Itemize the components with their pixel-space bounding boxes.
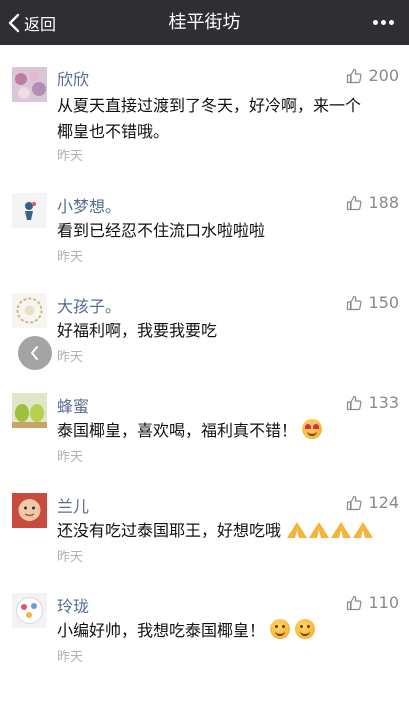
like-button[interactable]: 188 <box>346 193 399 212</box>
comment-item: 玲珑 110 小编好帅，我想吃泰国椰皇！ 昨天 <box>0 593 409 701</box>
more-dot-icon <box>380 20 386 25</box>
more-dot-icon <box>372 20 378 25</box>
pray-emoji-icon <box>287 522 308 538</box>
more-dot-icon <box>388 20 394 25</box>
comment-item: 小梦想。 188 看到已经忍不住流口水啦啦啦 昨天 <box>0 193 409 305</box>
thumbs-up-icon <box>347 68 362 83</box>
comment-nickname[interactable]: 蜂蜜 <box>57 393 89 417</box>
avatar[interactable] <box>12 593 47 628</box>
thumbs-up-icon <box>347 595 362 610</box>
comment-nickname[interactable]: 小梦想。 <box>57 193 121 217</box>
comment-nickname[interactable]: 欣欣 <box>57 66 89 90</box>
comment-text: 看到已经忍不住流口水啦啦啦 <box>57 221 266 240</box>
like-count: 200 <box>368 66 399 85</box>
back-label: 返回 <box>24 14 57 34</box>
like-count: 150 <box>368 293 399 312</box>
comment-text: 还没有吃过泰国耶王，好想吃哦 <box>57 518 397 544</box>
comment-nickname[interactable]: 大孩子。 <box>57 293 121 317</box>
comment-text-body: 泰国椰皇，喜欢喝，福利真不错！ <box>57 421 298 440</box>
avatar[interactable] <box>12 67 47 102</box>
comment-item: 蜂蜜 133 泰国椰皇，喜欢喝，福利真不错！ 昨天 <box>0 393 409 501</box>
like-button[interactable]: 150 <box>346 293 399 312</box>
pray-emoji-icon <box>331 522 352 538</box>
floating-back-button[interactable] <box>18 336 52 370</box>
comment-text: 好福利啊，我要我要吃 <box>57 321 218 340</box>
comment-nickname[interactable]: 玲珑 <box>57 593 89 617</box>
like-count: 110 <box>368 593 399 612</box>
chevron-left-icon <box>8 13 20 32</box>
chevron-left-icon <box>31 346 38 360</box>
pray-emoji-icon <box>309 522 330 538</box>
yum-emoji-icon <box>270 619 291 639</box>
like-count: 188 <box>368 193 399 212</box>
comment-text: 小编好帅，我想吃泰国椰皇！ <box>57 618 397 644</box>
comment-text-line: 从夏天直接过渡到了冬天，好冷啊，来一个 <box>57 96 362 115</box>
comment-text: 泰国椰皇，喜欢喝，福利真不错！ <box>57 418 397 444</box>
avatar[interactable] <box>12 393 47 428</box>
thumbs-up-icon <box>347 395 362 410</box>
like-button[interactable]: 124 <box>346 493 399 512</box>
more-button[interactable] <box>369 0 397 45</box>
like-button[interactable]: 133 <box>346 393 399 412</box>
comment-time: 昨天 <box>57 550 84 565</box>
thumbs-up-icon <box>347 195 362 210</box>
page-title: 桂平街坊 <box>168 12 241 33</box>
thumbs-up-icon <box>347 495 362 510</box>
like-button[interactable]: 200 <box>346 66 399 85</box>
comment-time: 昨天 <box>57 650 84 665</box>
like-count: 133 <box>368 393 399 412</box>
comment-time: 昨天 <box>57 350 84 365</box>
comment-nickname[interactable]: 兰儿 <box>57 493 89 517</box>
comment-text-body: 小编好帅，我想吃泰国椰皇！ <box>57 621 266 640</box>
comment-time: 昨天 <box>57 250 84 265</box>
comment-text-line: 椰皇也不错哦。 <box>57 122 170 141</box>
comment-item: 大孩子。 150 好福利啊，我要我要吃 昨天 <box>0 293 409 401</box>
heart-eyes-emoji-icon <box>302 419 323 439</box>
comment-text-body: 还没有吃过泰国耶王，好想吃哦 <box>57 521 282 540</box>
like-button[interactable]: 110 <box>346 593 399 612</box>
avatar[interactable] <box>12 293 47 328</box>
comment-text: 从夏天直接过渡到了冬天，好冷啊，来一个 椰皇也不错哦。 <box>57 93 397 145</box>
thumbs-up-icon <box>347 295 362 310</box>
like-count: 124 <box>368 493 399 512</box>
comment-time: 昨天 <box>57 149 84 164</box>
back-button[interactable]: 返回 <box>8 0 56 45</box>
avatar[interactable] <box>12 493 47 528</box>
pray-emoji-icon <box>353 522 374 538</box>
avatar[interactable] <box>12 193 47 228</box>
comment-item: 兰儿 124 还没有吃过泰国耶王，好想吃哦 昨天 <box>0 493 409 601</box>
navigation-bar: 返回 桂平街坊 <box>0 0 409 45</box>
yum-emoji-icon <box>295 619 316 639</box>
comment-item: 欣欣 200 从夏天直接过渡到了冬天，好冷啊，来一个 椰皇也不错哦。 昨天 <box>0 45 409 165</box>
comment-time: 昨天 <box>57 450 84 465</box>
